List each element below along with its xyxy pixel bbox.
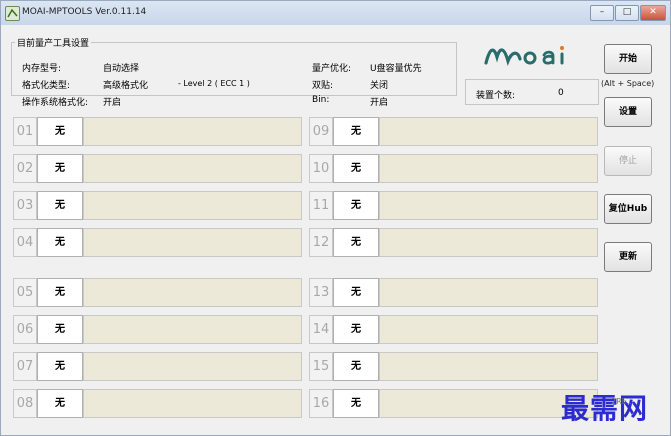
stop-button[interactable]: 停止 [604, 146, 652, 176]
port-slot: 09 无 [309, 117, 598, 146]
os-format-label: 操作系统格式化: [22, 98, 89, 108]
port-number: 03 [13, 191, 37, 220]
bin-label: Bin: [312, 95, 330, 105]
dual-value: 关闭 [370, 81, 389, 91]
moai-logo [484, 43, 582, 70]
port-slot: 04 无 [13, 228, 302, 257]
port-status: 无 [333, 352, 379, 381]
port-progress-bar [83, 389, 302, 418]
minimize-button[interactable]: – [590, 5, 614, 21]
title-bar[interactable]: MOAI-MPTOOLS Ver.0.11.14 – □ ✕ [1, 1, 670, 25]
port-status: 无 [37, 117, 83, 146]
port-slot: 15 无 [309, 352, 598, 381]
port-progress-bar [83, 278, 302, 307]
settings-legend: 目前量产工具设置 [17, 39, 90, 49]
device-count-value: 0 [558, 88, 564, 98]
reset-hub-button[interactable]: 复位Hub [604, 194, 652, 224]
port-number: 10 [309, 154, 333, 183]
port-slot: 06 无 [13, 315, 302, 344]
port-progress-bar [379, 191, 598, 220]
port-progress-bar [379, 117, 598, 146]
port-slot: 03 无 [13, 191, 302, 220]
port-progress-bar [83, 117, 302, 146]
port-number: 16 [309, 389, 333, 418]
watermark: 最需网 [561, 392, 649, 425]
app-icon [5, 6, 20, 21]
port-status: 无 [37, 228, 83, 257]
port-number: 04 [13, 228, 37, 257]
port-number: 08 [13, 389, 37, 418]
port-progress-bar [83, 154, 302, 183]
port-slot: 13 无 [309, 278, 598, 307]
port-status: 无 [37, 352, 83, 381]
port-number: 11 [309, 191, 333, 220]
memory-type-label: 内存型号: [22, 64, 62, 74]
port-number: 15 [309, 352, 333, 381]
dual-label: 双贴: [312, 81, 334, 91]
port-slot: 14 无 [309, 315, 598, 344]
port-number: 07 [13, 352, 37, 381]
port-slot: 11 无 [309, 191, 598, 220]
port-progress-bar [379, 154, 598, 183]
port-slot: 07 无 [13, 352, 302, 381]
port-number: 01 [13, 117, 37, 146]
port-progress-bar [379, 352, 598, 381]
device-count-box: 装置个数: 0 [465, 79, 599, 105]
port-status: 无 [333, 191, 379, 220]
window-title: MOAI-MPTOOLS Ver.0.11.14 [22, 7, 147, 17]
port-progress-bar [83, 315, 302, 344]
format-type-value: 高级格式化 [103, 81, 149, 91]
port-slot: 10 无 [309, 154, 598, 183]
os-format-value: 开启 [103, 98, 122, 108]
format-level-value: - Level 2 ( ECC 1 ) [178, 79, 250, 88]
port-number: 02 [13, 154, 37, 183]
port-slot: 02 无 [13, 154, 302, 183]
update-button[interactable]: 更新 [604, 242, 652, 272]
device-count-label: 装置个数: [476, 91, 516, 101]
start-button[interactable]: 开始 [604, 44, 652, 74]
port-progress-bar [83, 191, 302, 220]
port-status: 无 [37, 315, 83, 344]
port-status: 无 [333, 389, 379, 418]
port-slot: 16 无 [309, 389, 598, 418]
port-progress-bar [379, 278, 598, 307]
port-progress-bar [379, 315, 598, 344]
port-status: 无 [37, 389, 83, 418]
port-slot: 05 无 [13, 278, 302, 307]
memory-type-value: 自动选择 [103, 64, 140, 74]
maximize-button[interactable]: □ [615, 5, 639, 21]
close-button[interactable]: ✕ [640, 5, 666, 21]
port-status: 无 [37, 154, 83, 183]
app-window: MOAI-MPTOOLS Ver.0.11.14 – □ ✕ 目前量产工具设置 … [0, 0, 671, 436]
port-progress-bar [379, 228, 598, 257]
port-status: 无 [37, 278, 83, 307]
optimize-label: 量产优化: [312, 64, 352, 74]
port-number: 13 [309, 278, 333, 307]
port-number: 12 [309, 228, 333, 257]
settings-group: 目前量产工具设置 内存型号: 自动选择 格式化类型: 高级格式化 - Level… [11, 36, 457, 108]
settings-button[interactable]: 设置 [604, 97, 652, 127]
port-number: 05 [13, 278, 37, 307]
port-status: 无 [333, 278, 379, 307]
port-progress-bar [83, 228, 302, 257]
port-slot: 08 无 [13, 389, 302, 418]
port-number: 14 [309, 315, 333, 344]
start-hint: (Alt + Space) [601, 79, 655, 88]
port-number: 06 [13, 315, 37, 344]
bin-value: 开启 [370, 98, 389, 108]
format-type-label: 格式化类型: [22, 81, 71, 91]
port-status: 无 [37, 191, 83, 220]
port-status: 无 [333, 228, 379, 257]
optimize-value: U盘容量优先 [370, 64, 422, 74]
port-number: 09 [309, 117, 333, 146]
port-status: 无 [333, 315, 379, 344]
port-status: 无 [333, 154, 379, 183]
port-status: 无 [333, 117, 379, 146]
watermark-small: 2RE... [611, 397, 635, 406]
port-slot: 12 无 [309, 228, 598, 257]
port-progress-bar [83, 352, 302, 381]
port-slot: 01 无 [13, 117, 302, 146]
